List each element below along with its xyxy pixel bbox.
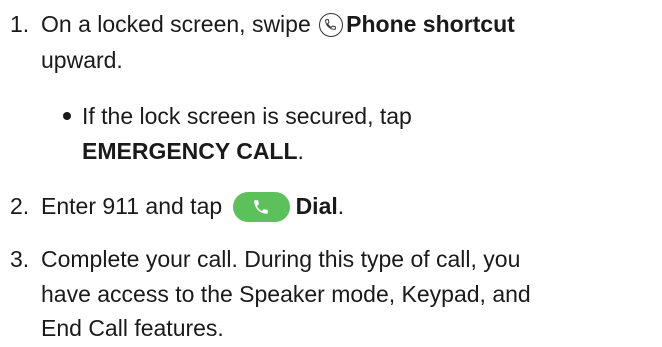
emergency-call-label: EMERGENCY CALL bbox=[82, 138, 298, 164]
phone-shortcut-icon bbox=[319, 13, 344, 37]
step-2-text: Enter 911 and tap bbox=[41, 193, 223, 219]
bullet-line-1: If the lock screen is secured, tap bbox=[82, 103, 412, 129]
step-2-number: 2. bbox=[10, 193, 30, 219]
bullet-line-2: EMERGENCY CALL. bbox=[82, 137, 304, 165]
step-3-line-3: End Call features. bbox=[41, 315, 224, 341]
dial-label: Dial bbox=[295, 193, 338, 219]
step-3-line-1: Complete your call. During this type of … bbox=[41, 246, 521, 272]
step-2-period: . bbox=[337, 193, 345, 219]
step-1-text: On a locked screen, swipe bbox=[41, 11, 311, 37]
step-3-number: 3. bbox=[10, 246, 30, 272]
step-1-number: 1. bbox=[10, 11, 30, 37]
step-1-line-1: On a locked screen, swipe Phone shortcut bbox=[41, 10, 515, 38]
dial-icon bbox=[232, 192, 290, 222]
step-2-line: Enter 911 and tap Dial. bbox=[41, 192, 344, 222]
step-1-line-2: upward. bbox=[41, 47, 123, 73]
bullet-period: . bbox=[297, 138, 304, 164]
step-3-line-2: have access to the Speaker mode, Keypad,… bbox=[41, 281, 531, 307]
phone-shortcut-label: Phone shortcut bbox=[346, 11, 515, 37]
bullet-dot bbox=[63, 112, 71, 120]
